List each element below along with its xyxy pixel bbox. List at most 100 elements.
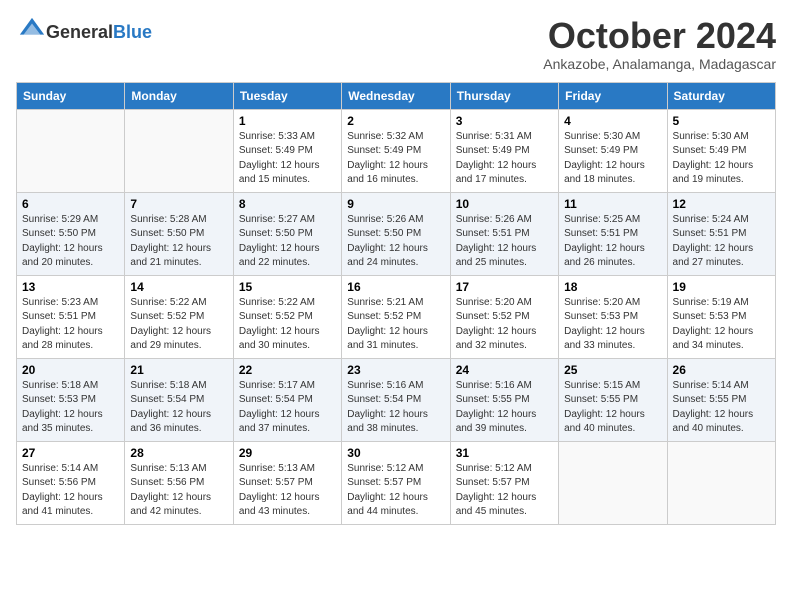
day-info: Sunrise: 5:18 AMSunset: 5:53 PMDaylight:…: [22, 379, 119, 437]
calendar-cell: 10 Sunrise: 5:26 AMSunset: 5:51 PMDayligh…: [450, 192, 558, 275]
day-number: 29: [239, 446, 336, 460]
calendar-week-row: 27 Sunrise: 5:14 AMSunset: 5:56 PMDayligh…: [17, 441, 776, 524]
day-number: 21: [130, 363, 227, 377]
weekday-header: Monday: [125, 82, 233, 109]
day-info: Sunrise: 5:20 AMSunset: 5:53 PMDaylight:…: [564, 296, 661, 354]
calendar-cell: 4 Sunrise: 5:30 AMSunset: 5:49 PMDaylight…: [559, 109, 667, 192]
day-number: 24: [456, 363, 553, 377]
calendar-cell: 13 Sunrise: 5:23 AMSunset: 5:51 PMDayligh…: [17, 275, 125, 358]
calendar-cell: 30 Sunrise: 5:12 AMSunset: 5:57 PMDayligh…: [342, 441, 450, 524]
day-number: 27: [22, 446, 119, 460]
calendar-cell: 5Sunrise: 5:30 AMSunset: 5:49 PMDaylight…: [667, 109, 775, 192]
day-info: Sunrise: 5:22 AMSunset: 5:52 PMDaylight:…: [130, 296, 227, 354]
day-number: 28: [130, 446, 227, 460]
calendar-cell: 3 Sunrise: 5:31 AMSunset: 5:49 PMDaylight…: [450, 109, 558, 192]
day-info: Sunrise: 5:32 AMSunset: 5:49 PMDaylight:…: [347, 130, 444, 188]
calendar-cell: 19 Sunrise: 5:19 AMSunset: 5:53 PMDayligh…: [667, 275, 775, 358]
calendar-cell: 14 Sunrise: 5:22 AMSunset: 5:52 PMDayligh…: [125, 275, 233, 358]
day-info: Sunrise: 5:14 AMSunset: 5:55 PMDaylight:…: [673, 379, 770, 437]
day-number: 13: [22, 280, 119, 294]
calendar-cell: 24 Sunrise: 5:16 AMSunset: 5:55 PMDayligh…: [450, 358, 558, 441]
day-number: 20: [22, 363, 119, 377]
logo-general: GeneralBlue: [46, 22, 152, 43]
header-row: SundayMondayTuesdayWednesdayThursdayFrid…: [17, 82, 776, 109]
day-info: Sunrise: 5:26 AMSunset: 5:50 PMDaylight:…: [347, 213, 444, 271]
day-info: Sunrise: 5:31 AMSunset: 5:49 PMDaylight:…: [456, 130, 553, 188]
day-info: Sunrise: 5:12 AMSunset: 5:57 PMDaylight:…: [347, 462, 444, 520]
calendar-cell: [125, 109, 233, 192]
day-number: 12: [673, 197, 770, 211]
day-number: 18: [564, 280, 661, 294]
day-info: Sunrise: 5:21 AMSunset: 5:52 PMDaylight:…: [347, 296, 444, 354]
day-info: Sunrise: 5:14 AMSunset: 5:56 PMDaylight:…: [22, 462, 119, 520]
day-number: 14: [130, 280, 227, 294]
day-info: Sunrise: 5:13 AMSunset: 5:57 PMDaylight:…: [239, 462, 336, 520]
day-info: Sunrise: 5:19 AMSunset: 5:53 PMDaylight:…: [673, 296, 770, 354]
calendar-cell: 11Sunrise: 5:25 AMSunset: 5:51 PMDayligh…: [559, 192, 667, 275]
day-info: Sunrise: 5:24 AMSunset: 5:51 PMDaylight:…: [673, 213, 770, 271]
weekday-header: Thursday: [450, 82, 558, 109]
day-info: Sunrise: 5:17 AMSunset: 5:54 PMDaylight:…: [239, 379, 336, 437]
day-number: 22: [239, 363, 336, 377]
calendar-cell: 25 Sunrise: 5:15 AMSunset: 5:55 PMDayligh…: [559, 358, 667, 441]
day-number: 10: [456, 197, 553, 211]
day-info: Sunrise: 5:16 AMSunset: 5:55 PMDaylight:…: [456, 379, 553, 437]
day-number: 17: [456, 280, 553, 294]
calendar-cell: 20 Sunrise: 5:18 AMSunset: 5:53 PMDayligh…: [17, 358, 125, 441]
calendar-week-row: 1Sunrise: 5:33 AMSunset: 5:49 PMDaylight…: [17, 109, 776, 192]
calendar-cell: 31Sunrise: 5:12 AMSunset: 5:57 PMDayligh…: [450, 441, 558, 524]
calendar-cell: 21 Sunrise: 5:18 AMSunset: 5:54 PMDayligh…: [125, 358, 233, 441]
calendar-cell: 22 Sunrise: 5:17 AMSunset: 5:54 PMDayligh…: [233, 358, 341, 441]
day-info: Sunrise: 5:30 AMSunset: 5:49 PMDaylight:…: [564, 130, 661, 188]
calendar-cell: 2Sunrise: 5:32 AMSunset: 5:49 PMDaylight…: [342, 109, 450, 192]
calendar-cell: 15 Sunrise: 5:22 AMSunset: 5:52 PMDayligh…: [233, 275, 341, 358]
calendar-cell: 8 Sunrise: 5:27 AMSunset: 5:50 PMDaylight…: [233, 192, 341, 275]
day-info: Sunrise: 5:13 AMSunset: 5:56 PMDaylight:…: [130, 462, 227, 520]
calendar-week-row: 6 Sunrise: 5:29 AMSunset: 5:50 PMDaylight…: [17, 192, 776, 275]
calendar-cell: [17, 109, 125, 192]
calendar-cell: 9 Sunrise: 5:26 AMSunset: 5:50 PMDaylight…: [342, 192, 450, 275]
day-number: 16: [347, 280, 444, 294]
calendar-cell: 7Sunrise: 5:28 AMSunset: 5:50 PMDaylight…: [125, 192, 233, 275]
day-number: 8: [239, 197, 336, 211]
weekday-header: Saturday: [667, 82, 775, 109]
day-number: 26: [673, 363, 770, 377]
day-info: Sunrise: 5:33 AMSunset: 5:49 PMDaylight:…: [239, 130, 336, 188]
day-number: 23: [347, 363, 444, 377]
day-number: 19: [673, 280, 770, 294]
calendar-cell: 18 Sunrise: 5:20 AMSunset: 5:53 PMDayligh…: [559, 275, 667, 358]
location-title: Ankazobe, Analamanga, Madagascar: [543, 56, 776, 72]
day-number: 3: [456, 114, 553, 128]
day-info: Sunrise: 5:20 AMSunset: 5:52 PMDaylight:…: [456, 296, 553, 354]
calendar-cell: 29 Sunrise: 5:13 AMSunset: 5:57 PMDayligh…: [233, 441, 341, 524]
day-number: 30: [347, 446, 444, 460]
day-number: 15: [239, 280, 336, 294]
day-number: 25: [564, 363, 661, 377]
calendar-week-row: 13 Sunrise: 5:23 AMSunset: 5:51 PMDayligh…: [17, 275, 776, 358]
day-number: 6: [22, 197, 119, 211]
calendar-cell: 16 Sunrise: 5:21 AMSunset: 5:52 PMDayligh…: [342, 275, 450, 358]
day-info: Sunrise: 5:22 AMSunset: 5:52 PMDaylight:…: [239, 296, 336, 354]
day-info: Sunrise: 5:16 AMSunset: 5:54 PMDaylight:…: [347, 379, 444, 437]
calendar-cell: 12 Sunrise: 5:24 AMSunset: 5:51 PMDayligh…: [667, 192, 775, 275]
calendar-week-row: 20 Sunrise: 5:18 AMSunset: 5:53 PMDayligh…: [17, 358, 776, 441]
calendar-cell: 1Sunrise: 5:33 AMSunset: 5:49 PMDaylight…: [233, 109, 341, 192]
month-title: October 2024: [543, 16, 776, 56]
calendar-cell: 26 Sunrise: 5:14 AMSunset: 5:55 PMDayligh…: [667, 358, 775, 441]
day-number: 4: [564, 114, 661, 128]
weekday-header: Friday: [559, 82, 667, 109]
calendar-cell: 17 Sunrise: 5:20 AMSunset: 5:52 PMDayligh…: [450, 275, 558, 358]
day-info: Sunrise: 5:23 AMSunset: 5:51 PMDaylight:…: [22, 296, 119, 354]
day-info: Sunrise: 5:29 AMSunset: 5:50 PMDaylight:…: [22, 213, 119, 271]
day-number: 5: [673, 114, 770, 128]
day-info: Sunrise: 5:26 AMSunset: 5:51 PMDaylight:…: [456, 213, 553, 271]
calendar-table: SundayMondayTuesdayWednesdayThursdayFrid…: [16, 82, 776, 525]
calendar-cell: [559, 441, 667, 524]
day-info: Sunrise: 5:27 AMSunset: 5:50 PMDaylight:…: [239, 213, 336, 271]
calendar-cell: 28 Sunrise: 5:13 AMSunset: 5:56 PMDayligh…: [125, 441, 233, 524]
day-info: Sunrise: 5:28 AMSunset: 5:50 PMDaylight:…: [130, 213, 227, 271]
weekday-header: Sunday: [17, 82, 125, 109]
day-number: 9: [347, 197, 444, 211]
day-info: Sunrise: 5:15 AMSunset: 5:55 PMDaylight:…: [564, 379, 661, 437]
day-info: Sunrise: 5:18 AMSunset: 5:54 PMDaylight:…: [130, 379, 227, 437]
